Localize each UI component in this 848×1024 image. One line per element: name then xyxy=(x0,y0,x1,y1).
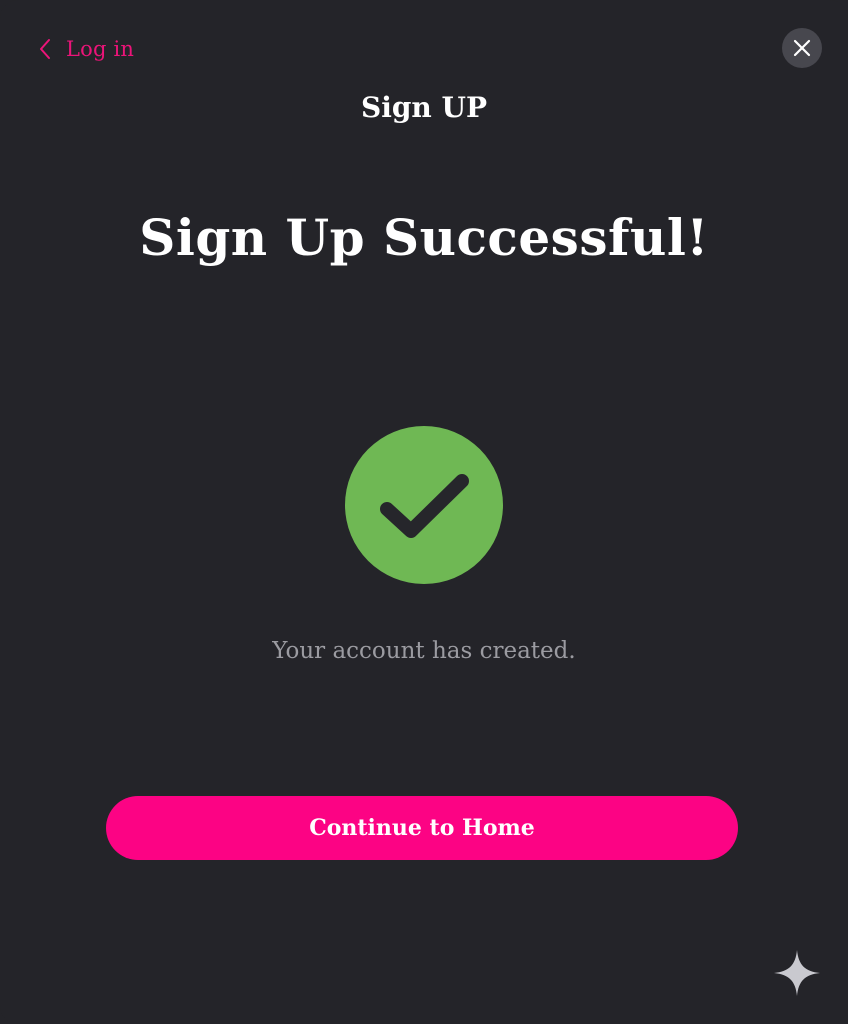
back-link-label: Log in xyxy=(66,37,135,61)
continue-to-home-button[interactable]: Continue to Home xyxy=(106,796,738,860)
check-circle-icon xyxy=(345,426,503,584)
success-message: Your account has created. xyxy=(272,638,576,664)
sparkle-icon xyxy=(774,950,820,996)
signup-success-modal: Log in Sign UP Sign Up Successful! Your … xyxy=(0,0,848,1024)
chevron-left-icon xyxy=(40,39,50,59)
modal-title: Sign UP xyxy=(360,91,487,124)
checkmark-icon xyxy=(380,474,469,538)
close-icon xyxy=(793,39,811,57)
success-headline: Sign Up Successful! xyxy=(139,208,709,267)
back-to-login-link[interactable]: Log in xyxy=(38,32,134,66)
close-button[interactable] xyxy=(782,28,822,68)
